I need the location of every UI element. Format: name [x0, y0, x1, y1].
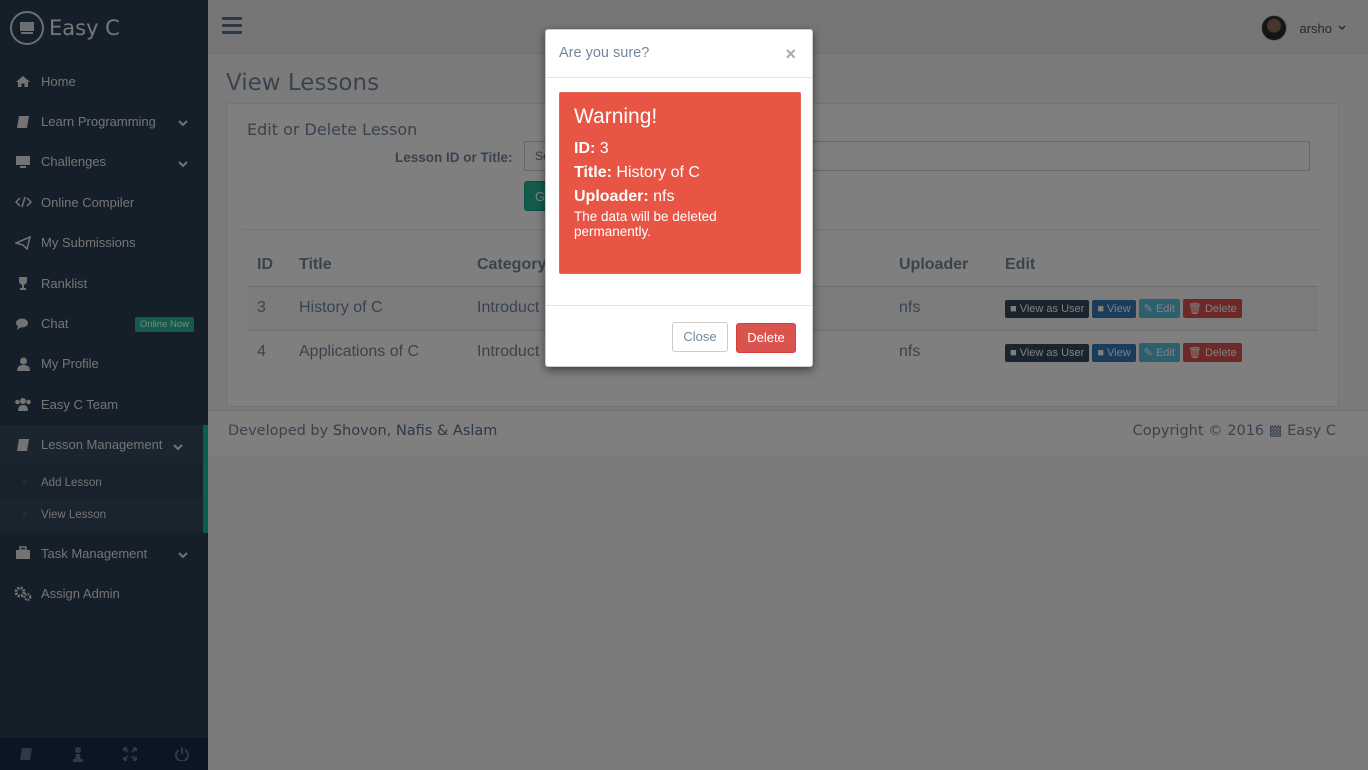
alert-title-line: Title: History of C [574, 161, 786, 185]
uploader-label: Uploader: [574, 188, 649, 205]
warning-alert: Warning! ID: 3 Title: History of C Uploa… [559, 92, 801, 274]
title-label: Title: [574, 164, 612, 181]
modal-header: Are you sure? × [546, 30, 812, 78]
title-value: History of C [616, 164, 700, 181]
confirm-delete-button[interactable]: Delete [736, 323, 796, 353]
uploader-value: nfs [653, 188, 675, 205]
close-icon[interactable]: × [785, 44, 796, 65]
warning-message: The data will be deleted permanently. [574, 209, 717, 239]
alert-id-line: ID: 3 [574, 137, 786, 161]
modal-footer: Close Delete [546, 305, 812, 367]
modal-title: Are you sure? [559, 45, 650, 61]
close-button[interactable]: Close [672, 322, 728, 352]
id-value: 3 [599, 140, 609, 157]
warning-heading: Warning! [574, 105, 658, 128]
alert-uploader-line: Uploader: nfs [574, 185, 786, 209]
confirm-delete-modal: Are you sure? × Warning! ID: 3 Title: Hi… [545, 29, 813, 367]
id-label: ID: [574, 140, 596, 157]
